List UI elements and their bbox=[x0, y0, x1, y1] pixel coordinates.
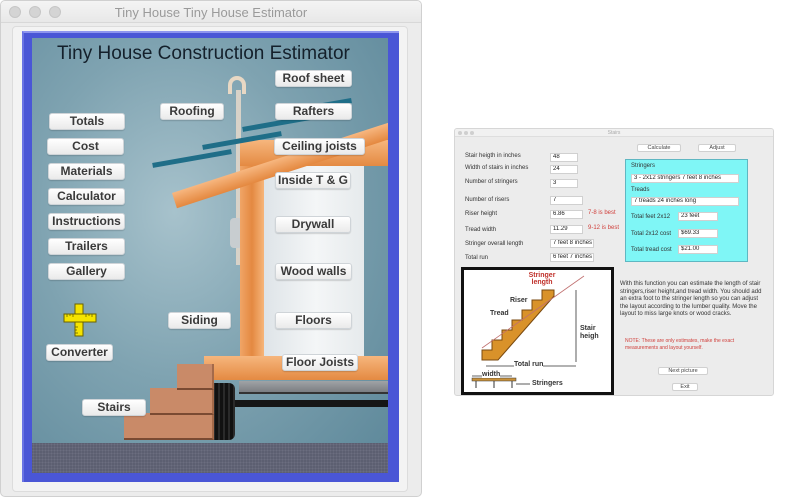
total-2x12-cost-value: $69.33 bbox=[678, 229, 718, 238]
converter-button[interactable]: Converter bbox=[46, 344, 113, 361]
stringers-result: 3 - 2x12 stringers 7 feet 8 inches bbox=[631, 174, 739, 183]
floor-joists-button[interactable]: Floor Joists bbox=[282, 354, 358, 371]
ruler-cross-icon[interactable] bbox=[62, 302, 98, 338]
inside-tg-button[interactable]: Inside T & G bbox=[275, 172, 351, 189]
total-run-caption: Total run bbox=[514, 361, 544, 368]
rafters-button[interactable]: Rafters bbox=[275, 103, 352, 120]
trailer-axle bbox=[232, 400, 388, 407]
riser-height-label: Riser height bbox=[465, 211, 498, 217]
cost-button[interactable]: Cost bbox=[47, 138, 124, 155]
tread-width-label: Tread width bbox=[465, 227, 497, 233]
next-picture-button[interactable]: Next picture bbox=[658, 367, 708, 375]
stair-step bbox=[124, 413, 214, 440]
window-title: Tiny House Tiny House Estimator bbox=[114, 5, 308, 20]
stair-height-input[interactable]: 48 bbox=[550, 153, 578, 162]
stringer-length-label: Stringer overall length bbox=[465, 241, 524, 247]
riser-height-hint: 7-8 is best bbox=[588, 210, 616, 216]
total-tread-cost-label: Total tread cost bbox=[631, 247, 672, 253]
stringer-count-input[interactable]: 3 bbox=[550, 179, 578, 188]
stair-step bbox=[177, 364, 214, 390]
total-2x12-cost-label: Total 2x12 cost bbox=[631, 231, 672, 237]
riser-caption: Riser bbox=[510, 297, 528, 304]
stair-height-label: Stair heigth in inches bbox=[465, 153, 521, 159]
materials-button[interactable]: Materials bbox=[48, 163, 125, 180]
results-panel: Stringers 3 - 2x12 stringers 7 feet 8 in… bbox=[625, 159, 748, 262]
stairs-titlebar: Stairs bbox=[455, 129, 773, 137]
wood-walls-button[interactable]: Wood walls bbox=[275, 263, 352, 280]
stairs-window-title: Stairs bbox=[607, 130, 621, 136]
stairs-description: With this function you can estimate the … bbox=[620, 281, 762, 318]
drywall-button[interactable]: Drywall bbox=[275, 216, 351, 233]
stringers-heading: Stringers bbox=[631, 163, 656, 169]
floors-button[interactable]: Floors bbox=[275, 312, 352, 329]
main-titlebar: Tiny House Tiny House Estimator bbox=[1, 1, 421, 23]
stairs-button[interactable]: Stairs bbox=[82, 399, 146, 416]
ceiling-joists-button[interactable]: Ceiling joists bbox=[274, 138, 365, 155]
total-run-value: 6 feet 7 inches bbox=[550, 253, 594, 262]
treads-result: 7 treads 24 inches long bbox=[631, 197, 739, 206]
estimate-note: NOTE: These are only estimates, make the… bbox=[625, 338, 735, 351]
stair-width-label: Width of stairs in inches bbox=[465, 165, 529, 171]
stair-diagram: Stringer length Riser Tread Stair heigh … bbox=[461, 267, 614, 395]
tread-caption: Tread bbox=[490, 310, 509, 317]
app-title: Tiny House Construction Estimator bbox=[57, 43, 350, 64]
stair-step bbox=[150, 388, 214, 415]
stair-height-caption: Stair heigh bbox=[580, 325, 599, 340]
stairs-window: Stairs Calculate Adjust Stair heigth in … bbox=[454, 128, 774, 396]
width-caption: width bbox=[482, 371, 501, 378]
total-tread-cost-value: $21.00 bbox=[678, 245, 718, 254]
trailers-button[interactable]: Trailers bbox=[48, 238, 125, 255]
treads-heading: Treads bbox=[631, 187, 650, 193]
stringer-count-label: Number of stringers bbox=[465, 179, 518, 185]
roofing-button[interactable]: Roofing bbox=[160, 103, 224, 120]
roof-sheet-button[interactable]: Roof sheet bbox=[275, 70, 352, 87]
stringer-length-caption: Stringer length bbox=[528, 272, 556, 286]
stringer-length-value: 7 feet 8 inches bbox=[550, 239, 594, 248]
adjust-button[interactable]: Adjust bbox=[698, 144, 736, 152]
risers-label: Number of risers bbox=[465, 197, 510, 203]
exit-button[interactable]: Exit bbox=[672, 383, 698, 391]
riser-height-value: 6.86 bbox=[550, 210, 583, 219]
instructions-button[interactable]: Instructions bbox=[48, 213, 125, 230]
totals-button[interactable]: Totals bbox=[49, 113, 125, 130]
total-feet-value: 23 feet bbox=[678, 212, 718, 221]
ground bbox=[32, 443, 388, 473]
gallery-button[interactable]: Gallery bbox=[48, 263, 125, 280]
stringers-caption: Stringers bbox=[532, 380, 563, 387]
vent-pipe-cap bbox=[228, 76, 246, 94]
calculator-button[interactable]: Calculator bbox=[48, 188, 125, 205]
tread-width-value: 11.29 bbox=[550, 225, 583, 234]
roof-shingle bbox=[152, 149, 232, 168]
total-feet-label: Total feet 2x12 bbox=[631, 214, 671, 220]
risers-value: 7 bbox=[550, 196, 583, 205]
trailer-frame bbox=[239, 381, 388, 394]
stair-width-input[interactable]: 24 bbox=[550, 165, 578, 174]
tread-width-hint: 9-12 is best bbox=[588, 225, 620, 231]
siding-button[interactable]: Siding bbox=[168, 312, 231, 329]
total-run-label: Total run bbox=[465, 255, 489, 261]
calculate-button[interactable]: Calculate bbox=[637, 144, 681, 152]
